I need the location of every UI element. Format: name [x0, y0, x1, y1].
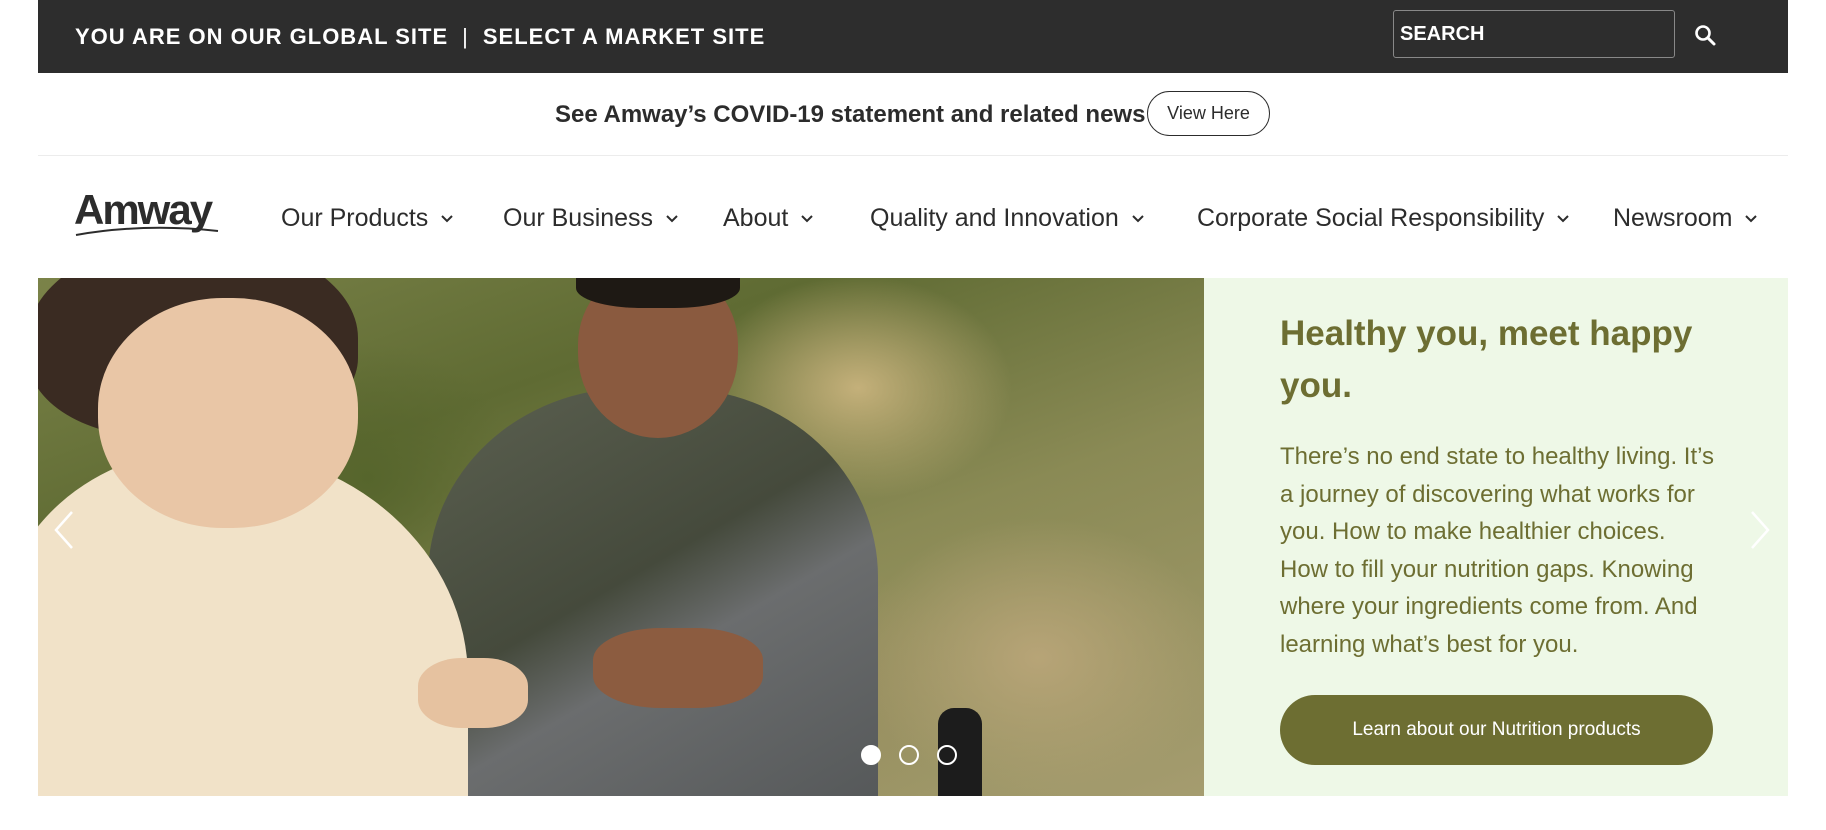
hero-image [38, 278, 1204, 796]
carousel-dots [861, 745, 957, 765]
nav-item-label: Newsroom [1613, 204, 1733, 232]
hero-woman-face [98, 298, 358, 528]
chevron-down-icon [1745, 214, 1758, 222]
covid-statement: See Amway’s COVID-19 statement and relat… [555, 101, 1146, 128]
nav-item-corporate-social-responsibility[interactable]: Corporate Social Responsibility [1197, 204, 1570, 233]
hero-promo-panel: Healthy you, meet happy you. There’s no … [1204, 278, 1788, 796]
hero-man-hair [576, 278, 740, 308]
nav-item-label: Our Products [281, 204, 429, 232]
nav-item-about[interactable]: About [723, 204, 814, 233]
amway-logo[interactable]: Amway [74, 189, 219, 243]
chevron-left-icon[interactable] [50, 508, 76, 552]
global-site-bar: YOU ARE ON OUR GLOBAL SITE | SELECT A MA… [38, 0, 1788, 73]
nav-item-label: About [723, 204, 789, 232]
logo-swoosh-icon [75, 226, 219, 236]
nav-item-label: Quality and Innovation [870, 204, 1119, 232]
chevron-down-icon [441, 214, 453, 222]
nutrition-products-button[interactable]: Learn about our Nutrition products [1280, 695, 1713, 765]
nav-item-label: Our Business [503, 204, 654, 232]
hero-headline: Healthy you, meet happy you. [1280, 314, 1693, 405]
chevron-down-icon [666, 214, 678, 222]
hero-body-text: There’s no end state to healthy living. … [1280, 443, 1715, 658]
select-market-link[interactable]: SELECT A MARKET SITE [483, 24, 765, 50]
nav-item-label: Corporate Social Responsibility [1197, 204, 1545, 232]
chevron-down-icon [1132, 214, 1144, 222]
search-input[interactable]: SEARCH [1393, 10, 1675, 58]
search-icon[interactable] [1693, 23, 1717, 47]
nav-item-our-products[interactable]: Our Products [281, 204, 454, 233]
global-site-label: YOU ARE ON OUR GLOBAL SITE [75, 24, 449, 49]
chevron-down-icon [1557, 214, 1570, 222]
carousel-dot-3[interactable] [937, 745, 957, 765]
chevron-down-icon [801, 214, 814, 222]
nav-item-our-business[interactable]: Our Business [503, 204, 679, 233]
chevron-right-icon[interactable] [1748, 508, 1774, 552]
carousel-dot-2[interactable] [899, 745, 919, 765]
nav-item-newsroom[interactable]: Newsroom [1613, 204, 1758, 233]
nav-item-quality-and-innovation[interactable]: Quality and Innovation [870, 204, 1145, 233]
hero-hands [593, 628, 763, 708]
covid-notice-bar: See Amway’s COVID-19 statement and relat… [38, 73, 1788, 156]
site-separator: | [462, 24, 469, 49]
hero-woman-hand [418, 658, 528, 728]
site-links: YOU ARE ON OUR GLOBAL SITE | SELECT A MA… [75, 24, 765, 50]
carousel-dot-1[interactable] [861, 745, 881, 765]
main-nav: Amway Our Products Our Business About Qu… [38, 157, 1788, 278]
view-here-button[interactable]: View Here [1147, 91, 1270, 136]
hero-man-jacket [428, 388, 878, 796]
